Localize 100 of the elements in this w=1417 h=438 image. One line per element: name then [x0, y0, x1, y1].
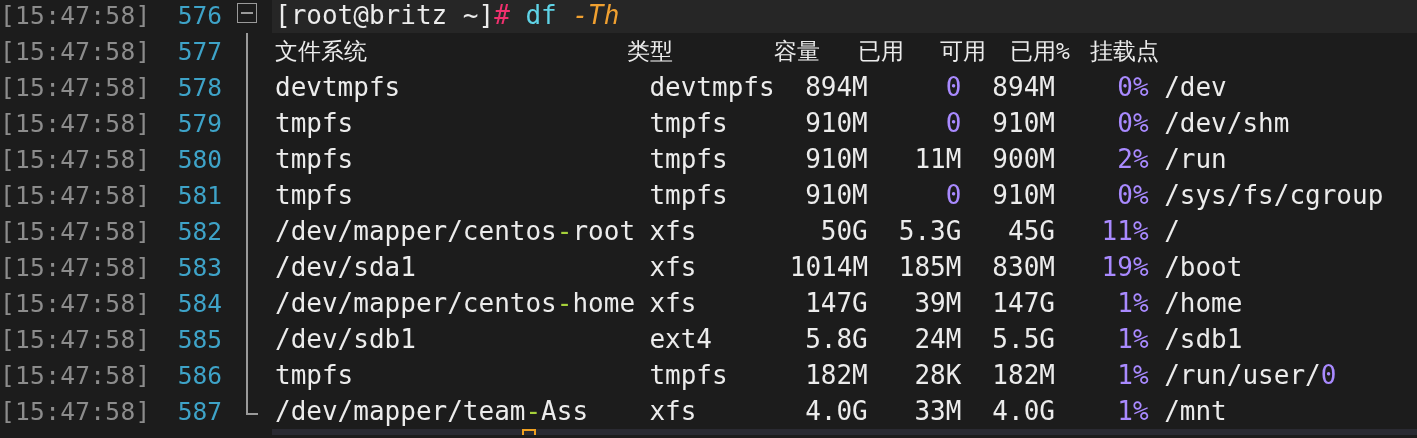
table-cell: /home: [1164, 288, 1243, 318]
timestamp: [15:47:58]: [0, 108, 152, 138]
table-cell-text: 45G: [1007, 216, 1055, 246]
fold-end-line: [247, 413, 258, 415]
table-cell-text: 1%: [1116, 324, 1149, 354]
table-cell-text: 910M: [991, 180, 1055, 210]
table-cell-text: 33M: [913, 396, 962, 426]
table-cell-text: 11M: [913, 144, 962, 174]
fold-toggle-button[interactable]: [237, 3, 257, 23]
line-number: 582: [176, 216, 222, 246]
table-cell: /boot: [1164, 252, 1243, 282]
table-cell-text: /dev/mapper/team-Ass: [275, 396, 590, 426]
table-cell-text: 830M: [991, 252, 1055, 282]
table-cell-text: 4.0G: [804, 396, 868, 426]
line-number: 579: [176, 108, 222, 138]
line-number: 581: [176, 180, 222, 210]
table-cell-text: 39M: [913, 288, 962, 318]
table-cell-text: 147G: [804, 288, 868, 318]
table-cell-text: 894M: [991, 72, 1055, 102]
table-cell-text: /dev/sdb1: [275, 324, 417, 354]
table-cell: 1014M: [789, 252, 868, 282]
table-cell-text: 900M: [991, 144, 1055, 174]
table-cell-text: 1%: [1116, 396, 1149, 426]
table-cell-text: 910M: [804, 108, 868, 138]
table-cell-text: 5.3G: [897, 216, 962, 246]
table-cell-text: 894M: [804, 72, 868, 102]
table-cell-text: tmpfs: [649, 360, 729, 390]
table-cell-text: devtmpfs: [275, 72, 402, 102]
line-number: 578: [176, 72, 222, 102]
column-header: 类型: [627, 36, 674, 66]
timestamp: [15:47:58]: [0, 144, 152, 174]
column-header: 容量: [774, 36, 821, 66]
table-cell: /sys/fs/cgroup: [1164, 180, 1383, 210]
timestamp: [15:47:58]: [0, 216, 152, 246]
line-number: 583: [176, 252, 222, 282]
table-cell-text: xfs: [649, 396, 698, 426]
timestamp: [15:47:58]: [0, 0, 152, 30]
table-cell-text: 19%: [1100, 252, 1149, 282]
table-cell-text: 24M: [913, 324, 962, 354]
table-cell-text: tmpfs: [649, 144, 729, 174]
table-cell-text: tmpfs: [275, 360, 355, 390]
table-cell-text: 0: [944, 72, 962, 102]
table-cell-text: 910M: [991, 108, 1055, 138]
table-cell-text: xfs: [649, 288, 698, 318]
table-cell: /dev: [1164, 72, 1227, 102]
column-header: 文件系统: [275, 36, 368, 66]
timestamp: [15:47:58]: [0, 252, 152, 282]
table-cell: /run: [1164, 144, 1227, 174]
table-cell-text: 147G: [991, 288, 1055, 318]
table-cell: /dev/shm: [1164, 108, 1289, 138]
table-cell-text: xfs: [649, 216, 698, 246]
minus-icon: [241, 12, 253, 14]
line-number: 587: [176, 396, 222, 426]
table-cell-text: /dev/mapper/centos-home: [275, 288, 637, 318]
table-cell-text: /dev/mapper/centos-root: [275, 216, 637, 246]
timestamp: [15:47:58]: [0, 396, 152, 426]
table-cell: /run/user/0: [1164, 360, 1336, 390]
table-cell-text: devtmpfs: [649, 72, 776, 102]
table-cell-text: 4.0G: [991, 396, 1055, 426]
timestamp: [15:47:58]: [0, 72, 152, 102]
table-cell-text: 910M: [804, 180, 868, 210]
table-cell-text: 185M: [897, 252, 962, 282]
table-cell-text: 1%: [1116, 360, 1149, 390]
line-number: 580: [176, 144, 222, 174]
table-cell-text: tmpfs: [275, 144, 355, 174]
table-cell-text: /dev/sda1: [275, 252, 417, 282]
line-number: 585: [176, 324, 222, 354]
table-cell-text: 0%: [1116, 180, 1149, 210]
column-header: 可用: [940, 36, 987, 66]
table-cell: /sdb1: [1164, 324, 1243, 354]
table-cell-text: xfs: [649, 252, 698, 282]
table-cell-text: 182M: [991, 360, 1055, 390]
table-cell-text: 1%: [1116, 288, 1149, 318]
table-cell-text: tmpfs: [649, 108, 729, 138]
table-cell-text: 50G: [819, 216, 868, 246]
table-cell-text: 910M: [804, 144, 868, 174]
table-cell-text: ext4: [649, 324, 713, 354]
timestamp: [15:47:58]: [0, 288, 152, 318]
command-text: [root@britz ~]# df -Th: [275, 0, 620, 30]
table-cell-text: tmpfs: [649, 180, 729, 210]
line-number: 586: [176, 360, 222, 390]
column-header: 已用: [858, 36, 905, 66]
table-cell: /: [1164, 216, 1180, 246]
table-cell-text: 11%: [1100, 216, 1149, 246]
table-cell-text: tmpfs: [275, 180, 355, 210]
line-number: 584: [176, 288, 222, 318]
table-cell-text: 0%: [1116, 72, 1149, 102]
timestamp: [15:47:58]: [0, 36, 152, 66]
table-cell-text: 5.8G: [804, 324, 868, 354]
table-cell-text: 0: [944, 180, 962, 210]
line-number: 576: [176, 0, 222, 30]
table-cell-text: 28K: [913, 360, 962, 390]
table-cell-text: 0%: [1116, 108, 1149, 138]
column-header: 挂载点: [1090, 36, 1160, 66]
column-header: 已用%: [1010, 36, 1071, 66]
timestamp: [15:47:58]: [0, 180, 152, 210]
table-cell-text: 182M: [804, 360, 868, 390]
timestamp: [15:47:58]: [0, 360, 152, 390]
table-cell-text: 0: [944, 108, 962, 138]
table-cell-text: 2%: [1116, 144, 1149, 174]
